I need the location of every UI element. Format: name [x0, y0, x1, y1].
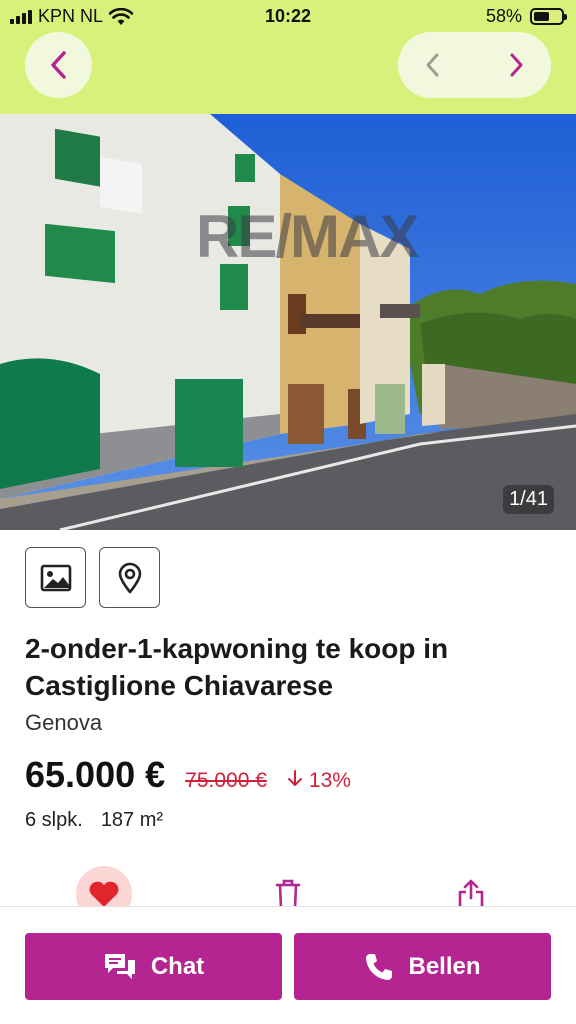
map-tab[interactable] — [99, 547, 160, 608]
heart-icon — [89, 881, 119, 907]
current-price: 65.000 € — [25, 754, 166, 795]
chat-button[interactable]: Chat — [25, 933, 282, 1000]
bottom-action-bar: Chat Bellen — [0, 906, 576, 1024]
listing-photo[interactable]: RE/MAX 1/41 — [0, 114, 576, 530]
map-pin-icon — [118, 562, 141, 593]
chevron-left-icon — [426, 53, 439, 77]
chevron-right-icon — [510, 53, 523, 77]
image-icon — [40, 564, 71, 591]
listing-title: 2-onder-1-kapwoning te koop in Castiglio… — [25, 633, 449, 701]
living-area: 187 m² — [100, 809, 164, 831]
photo-counter: 1/41 — [503, 485, 554, 514]
next-listing-button[interactable] — [486, 32, 546, 98]
bedrooms: 6 slpk. — [25, 809, 83, 831]
listing-actions — [0, 866, 576, 922]
media-tabs — [25, 547, 160, 608]
price-row: 65.000 € 75.000 € 13% — [25, 754, 351, 796]
chat-button-label: Chat — [150, 952, 205, 980]
arrow-down-icon — [287, 770, 302, 786]
battery-icon — [530, 8, 567, 25]
listing-specs: 6 slpk. 187 m² — [25, 809, 163, 832]
call-button-label: Bellen — [408, 952, 481, 980]
battery-percent: 58% — [485, 6, 522, 26]
chevron-left-icon — [50, 51, 66, 79]
status-right: 58% — [485, 6, 567, 27]
price-drop-percent: 13% — [308, 769, 351, 792]
status-bar: KPN NL 10:22 58% — [0, 0, 576, 32]
back-button[interactable] — [25, 32, 92, 98]
previous-listing-button[interactable] — [403, 32, 463, 98]
photos-tab[interactable] — [25, 547, 86, 608]
price-drop: 13% — [287, 769, 351, 793]
house-photo — [0, 114, 576, 530]
listing-city: Genova — [25, 710, 103, 735]
listing-pager — [398, 32, 551, 98]
chat-icon — [104, 953, 135, 979]
phone-icon — [366, 953, 393, 980]
old-price: 75.000 € — [185, 769, 267, 792]
top-header: KPN NL 10:22 58% — [0, 0, 576, 114]
brand-watermark: RE/MAX — [196, 203, 419, 270]
call-button[interactable]: Bellen — [294, 933, 551, 1000]
